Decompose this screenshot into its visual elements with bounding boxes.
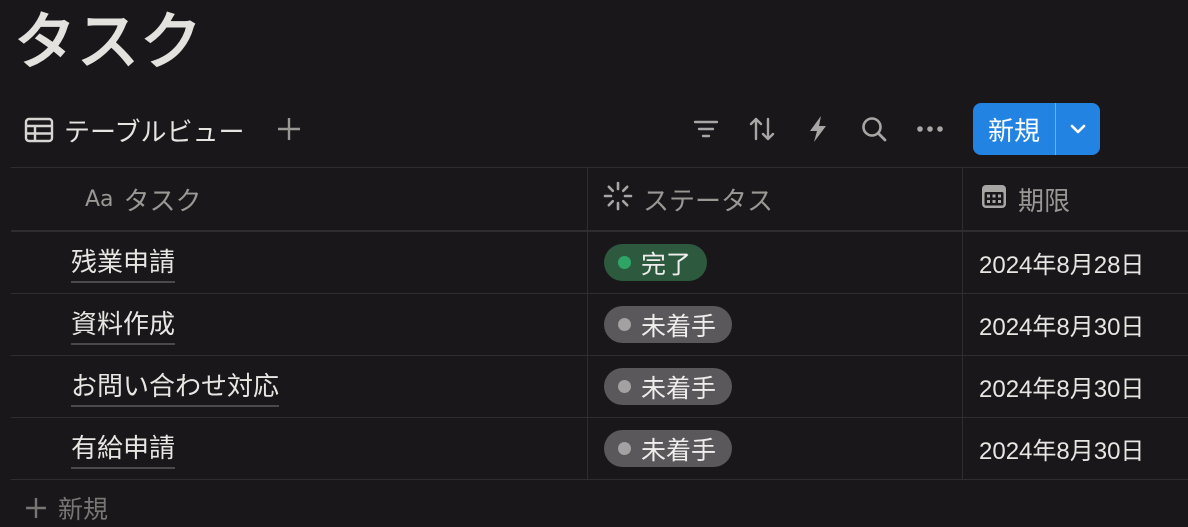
task-title[interactable]: 残業申請: [71, 242, 176, 283]
task-cell[interactable]: 残業申請: [11, 232, 588, 293]
table-row[interactable]: お問い合わせ対応 未着手 2024年8月30日: [11, 356, 1188, 418]
automation-icon[interactable]: [801, 112, 835, 146]
table-icon: [24, 117, 54, 143]
column-header-label: タスク: [123, 186, 202, 217]
table-row[interactable]: 残業申請 完了 2024年8月28日: [11, 232, 1188, 294]
column-header-due[interactable]: 期限: [963, 168, 1188, 230]
database-toolbar: テーブルビュー 新規: [0, 100, 1188, 158]
status-cell[interactable]: 完了: [588, 232, 963, 293]
status-badge[interactable]: 未着手: [604, 430, 733, 467]
page-title[interactable]: タスク: [14, 4, 203, 80]
status-badge[interactable]: 未着手: [604, 368, 733, 405]
task-cell[interactable]: 資料作成: [11, 294, 588, 355]
due-date-cell[interactable]: 2024年8月28日: [963, 232, 1188, 293]
task-title[interactable]: お問い合わせ対応: [71, 366, 280, 407]
table-row[interactable]: 資料作成 未着手 2024年8月30日: [11, 294, 1188, 356]
add-row-label: 新規: [58, 495, 109, 524]
column-header-task[interactable]: Aa タスク: [11, 168, 588, 230]
more-icon[interactable]: [913, 112, 947, 146]
new-button-group: 新規: [973, 103, 1100, 155]
task-cell[interactable]: お問い合わせ対応: [11, 356, 588, 417]
status-label: 未着手: [641, 435, 717, 465]
status-dot: [618, 256, 631, 269]
due-date-cell[interactable]: 2024年8月30日: [963, 418, 1188, 479]
due-date-cell[interactable]: 2024年8月30日: [963, 294, 1188, 355]
task-title[interactable]: 有給申請: [71, 428, 176, 469]
add-row-button[interactable]: 新規: [24, 490, 108, 526]
tab-table-view[interactable]: テーブルビュー: [24, 110, 244, 150]
table-row[interactable]: 有給申請 未着手 2024年8月30日: [11, 418, 1188, 480]
new-button-dropdown[interactable]: [1056, 103, 1100, 155]
task-title[interactable]: 資料作成: [71, 304, 176, 345]
chevron-down-icon: [1070, 124, 1086, 134]
status-badge[interactable]: 未着手: [604, 306, 733, 343]
status-label: 完了: [641, 249, 692, 279]
task-cell[interactable]: 有給申請: [11, 418, 588, 479]
status-cell[interactable]: 未着手: [588, 356, 963, 417]
filter-icon[interactable]: [689, 112, 723, 146]
new-button[interactable]: 新規: [973, 103, 1055, 155]
table-header-row: Aa タスク ステータス 期限: [11, 167, 1188, 232]
text-property-icon: Aa: [85, 186, 114, 212]
status-dot: [618, 318, 631, 331]
add-view-button[interactable]: [272, 112, 306, 146]
sort-icon[interactable]: [745, 112, 779, 146]
search-icon[interactable]: [857, 112, 891, 146]
status-cell[interactable]: 未着手: [588, 418, 963, 479]
status-label: 未着手: [641, 373, 717, 403]
column-header-label: ステータス: [643, 186, 774, 217]
status-dot: [618, 442, 631, 455]
view-label: テーブルビュー: [64, 117, 245, 148]
status-cell[interactable]: 未着手: [588, 294, 963, 355]
due-date-cell[interactable]: 2024年8月30日: [963, 356, 1188, 417]
database-table: Aa タスク ステータス 期限 残業申請 完了 2024年8月28日 資料作成 …: [11, 167, 1188, 480]
status-badge[interactable]: 完了: [604, 244, 708, 281]
plus-icon: [26, 498, 46, 518]
status-label: 未着手: [641, 311, 717, 341]
column-header-label: 期限: [1018, 186, 1071, 217]
column-header-status[interactable]: ステータス: [588, 168, 963, 230]
plus-icon: [278, 118, 300, 140]
status-dot: [618, 380, 631, 393]
calendar-icon: [980, 182, 1008, 217]
status-property-icon: [603, 181, 633, 218]
